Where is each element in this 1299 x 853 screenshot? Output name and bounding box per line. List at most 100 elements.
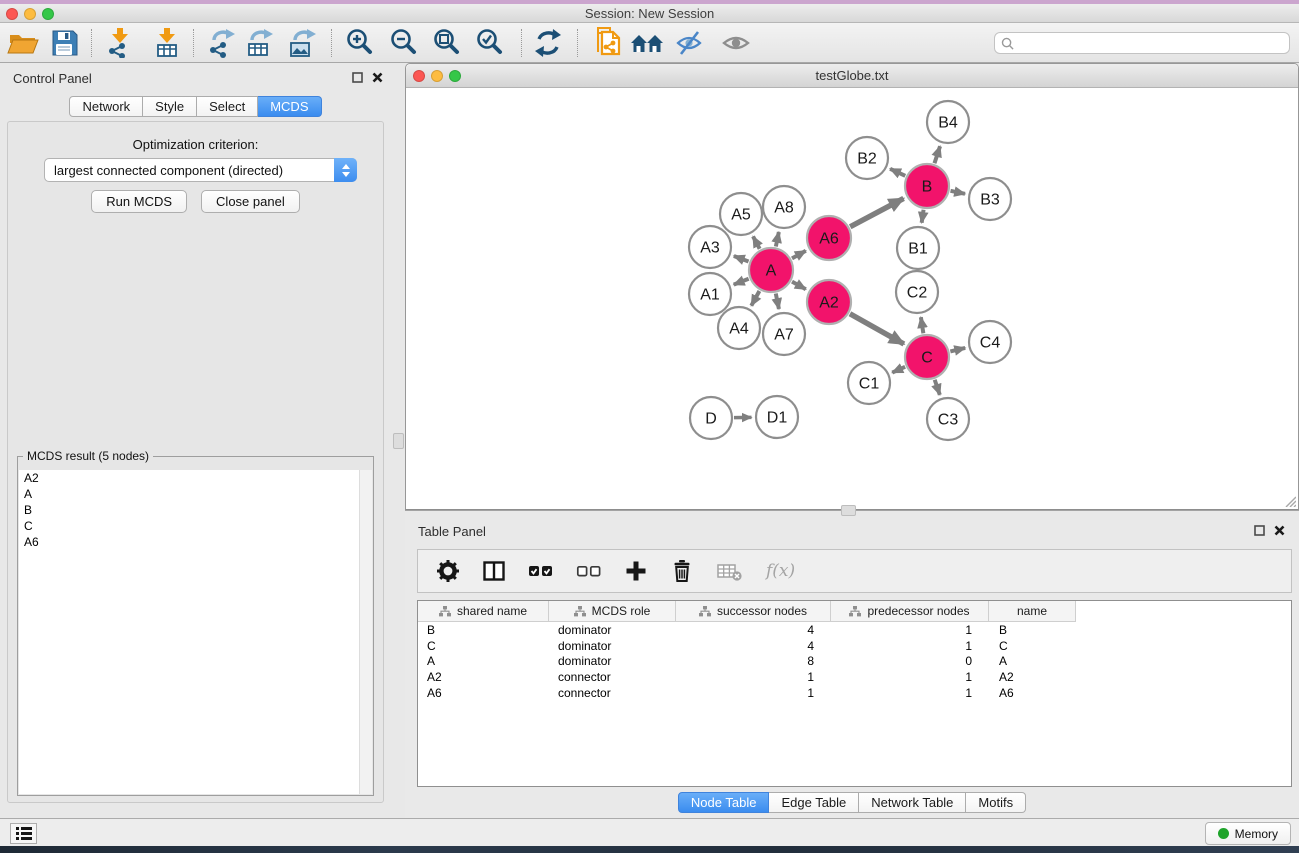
graph-edge[interactable]	[934, 146, 940, 163]
import-network-icon[interactable]	[101, 27, 139, 59]
add-column-icon[interactable]	[624, 559, 648, 583]
tab-node-table[interactable]: Node Table	[678, 792, 770, 813]
tab-mcds[interactable]: MCDS	[258, 96, 321, 117]
column-header[interactable]: predecessor nodes	[831, 601, 989, 622]
tab-style[interactable]: Style	[143, 96, 197, 117]
function-builder-icon[interactable]: f(x)	[766, 561, 795, 581]
memory-button[interactable]: Memory	[1205, 822, 1291, 845]
close-panel-button[interactable]: Close panel	[201, 190, 300, 213]
houses-icon[interactable]	[628, 27, 666, 59]
table-row[interactable]: A2connector11A2	[418, 669, 1291, 685]
open-session-icon[interactable]	[4, 27, 42, 59]
tab-network[interactable]: Network	[69, 96, 143, 117]
delete-column-icon[interactable]	[670, 559, 694, 583]
tab-edge-table[interactable]: Edge Table	[769, 792, 859, 813]
table-row[interactable]: Bdominator41B	[418, 622, 1291, 638]
save-session-icon[interactable]	[45, 27, 83, 59]
tab-motifs[interactable]: Motifs	[966, 792, 1026, 813]
select-all-icon[interactable]	[528, 559, 554, 583]
run-mcds-button[interactable]: Run MCDS	[91, 190, 187, 213]
table-row[interactable]: A6connector11A6	[418, 685, 1291, 701]
float-panel-icon[interactable]	[352, 72, 363, 83]
graph-edge[interactable]	[950, 348, 965, 352]
graph-node-label: B4	[938, 115, 958, 132]
export-network-icon[interactable]	[203, 27, 241, 59]
refresh-layout-icon[interactable]	[529, 27, 567, 59]
deselect-all-icon[interactable]	[576, 559, 602, 583]
network-window-titlebar[interactable]: testGlobe.txt	[406, 64, 1298, 88]
table-row[interactable]: Adominator80A	[418, 654, 1291, 670]
vertical-splitter-grip[interactable]	[393, 433, 404, 449]
zoom-out-icon[interactable]	[386, 27, 424, 59]
graph-edge[interactable]	[734, 279, 749, 285]
graph-node-label: D	[705, 411, 717, 428]
graph-edge[interactable]	[792, 251, 806, 259]
columns-icon[interactable]	[482, 559, 506, 583]
close-panel-icon[interactable]	[372, 72, 383, 83]
export-image-icon[interactable]	[284, 27, 322, 59]
gear-icon[interactable]	[436, 559, 460, 583]
import-table-icon[interactable]	[148, 27, 186, 59]
graph-node-label: B1	[908, 241, 928, 258]
integer-type-icon	[699, 606, 711, 617]
network-canvas[interactable]: B4B2BB3A8A5A6A3B1AC2A1A2A4A7C4CC1D1DC3	[406, 89, 1298, 509]
graph-edge[interactable]	[922, 210, 924, 223]
graph-edge[interactable]	[776, 232, 779, 247]
delete-table-icon[interactable]	[716, 559, 744, 583]
session-title: Session: New Session	[0, 6, 1299, 21]
hide-selected-eye-slash-icon[interactable]	[671, 27, 709, 59]
clone-network-icon[interactable]	[589, 27, 627, 59]
graph-node-label: D1	[767, 410, 788, 427]
column-header[interactable]: successor nodes	[676, 601, 831, 622]
task-history-button[interactable]	[10, 823, 37, 844]
show-all-eye-icon[interactable]	[717, 27, 755, 59]
list-item[interactable]: B	[19, 502, 372, 518]
export-table-icon[interactable]	[241, 27, 279, 59]
tab-network-table[interactable]: Network Table	[859, 792, 966, 813]
graph-edge[interactable]	[890, 169, 905, 176]
tab-select[interactable]: Select	[197, 96, 258, 117]
criterion-dropdown[interactable]: largest connected component (directed)	[44, 158, 357, 182]
close-panel-icon[interactable]	[1274, 525, 1285, 536]
scrollbar[interactable]	[359, 470, 372, 794]
graph-edge[interactable]	[935, 380, 940, 395]
horizontal-splitter-grip[interactable]	[841, 505, 856, 516]
graph-edge[interactable]	[734, 256, 749, 262]
graph-node-label: B3	[980, 192, 1000, 209]
graph-edge[interactable]	[951, 191, 966, 194]
graph-edge[interactable]	[751, 291, 759, 306]
zoom-fit-icon[interactable]	[429, 27, 467, 59]
zoom-selected-icon[interactable]	[472, 27, 510, 59]
zoom-in-icon[interactable]	[342, 27, 380, 59]
network-window-title: testGlobe.txt	[406, 68, 1298, 83]
search-input[interactable]	[994, 32, 1290, 54]
graph-edge[interactable]	[850, 314, 904, 344]
graph-edge[interactable]	[892, 367, 905, 373]
resize-grip-icon[interactable]	[1283, 494, 1296, 507]
column-header[interactable]: name	[989, 601, 1076, 622]
column-header[interactable]: shared name	[418, 601, 549, 622]
graph-edge[interactable]	[792, 282, 806, 290]
graph-edge[interactable]	[776, 294, 779, 309]
mcds-result-list[interactable]: A2 A B C A6	[19, 470, 372, 794]
column-header[interactable]: MCDS role	[549, 601, 676, 622]
graph-edge[interactable]	[753, 236, 760, 248]
string-type-icon	[574, 606, 586, 617]
graph-node-label: C4	[980, 335, 1001, 352]
list-item[interactable]: C	[19, 518, 372, 534]
table-row[interactable]: Cdominator41C	[418, 638, 1291, 654]
table-header-row: shared name MCDS role successor nodes pr…	[418, 601, 1291, 622]
list-item[interactable]: A2	[19, 470, 372, 486]
memory-status-icon	[1218, 828, 1229, 839]
graph-node-label: A2	[819, 295, 839, 312]
cytoscape-window: Session: New Session	[0, 0, 1299, 853]
graph-node-label: A6	[819, 231, 839, 248]
graph-edge[interactable]	[921, 317, 923, 333]
list-item[interactable]: A6	[19, 534, 372, 550]
list-item[interactable]: A	[19, 486, 372, 502]
control-panel-tabs: Network Style Select MCDS	[0, 96, 391, 117]
main-toolbar	[0, 23, 1299, 63]
float-panel-icon[interactable]	[1254, 525, 1265, 536]
main-titlebar: Session: New Session	[0, 4, 1299, 23]
graph-edge[interactable]	[850, 198, 903, 226]
